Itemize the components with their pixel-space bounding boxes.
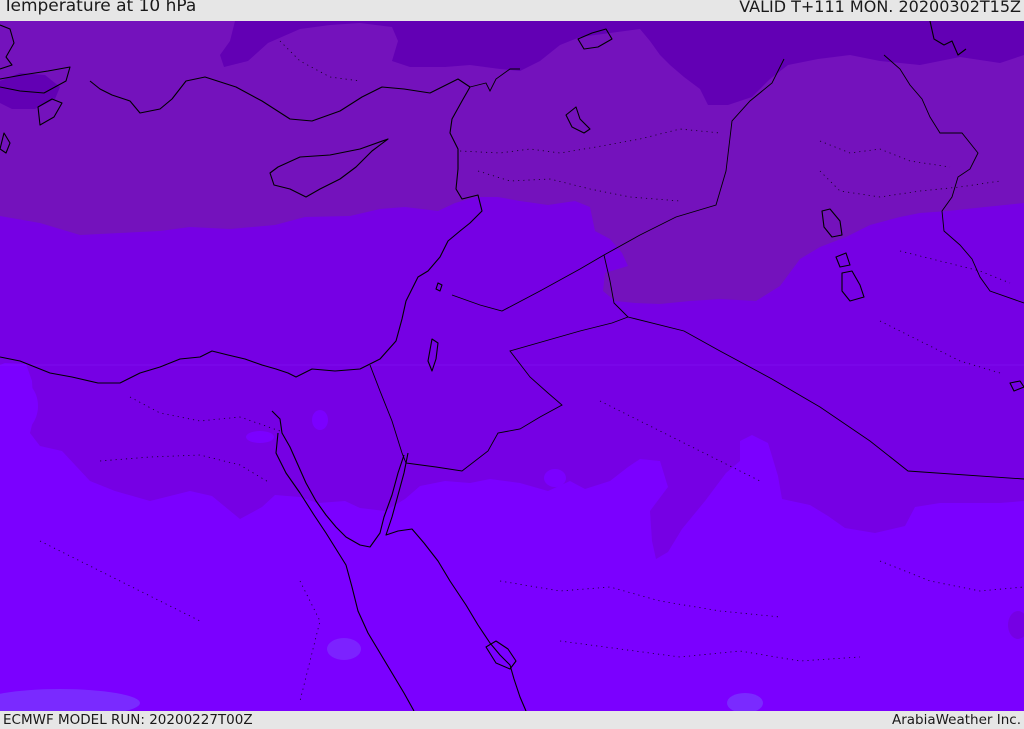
map-canvas — [0, 21, 1024, 711]
valid-time: VALID T+111 MON. 20200302T15Z — [739, 0, 1021, 16]
map-title: Temperature at 10 hPa — [3, 0, 197, 16]
footer-bar: ECMWF MODEL RUN: 20200227T00Z ArabiaWeat… — [0, 711, 1024, 729]
light-blob — [544, 469, 566, 487]
temperature-map — [0, 21, 1024, 711]
light-blob — [312, 410, 328, 430]
credit-label: ArabiaWeather Inc. — [891, 712, 1021, 728]
header-bar: Temperature at 10 hPa VALID T+111 MON. 2… — [0, 0, 1024, 21]
model-run-label: ECMWF MODEL RUN: 20200227T00Z — [3, 712, 253, 728]
light-blob — [246, 431, 274, 443]
blue-patch — [327, 638, 361, 660]
